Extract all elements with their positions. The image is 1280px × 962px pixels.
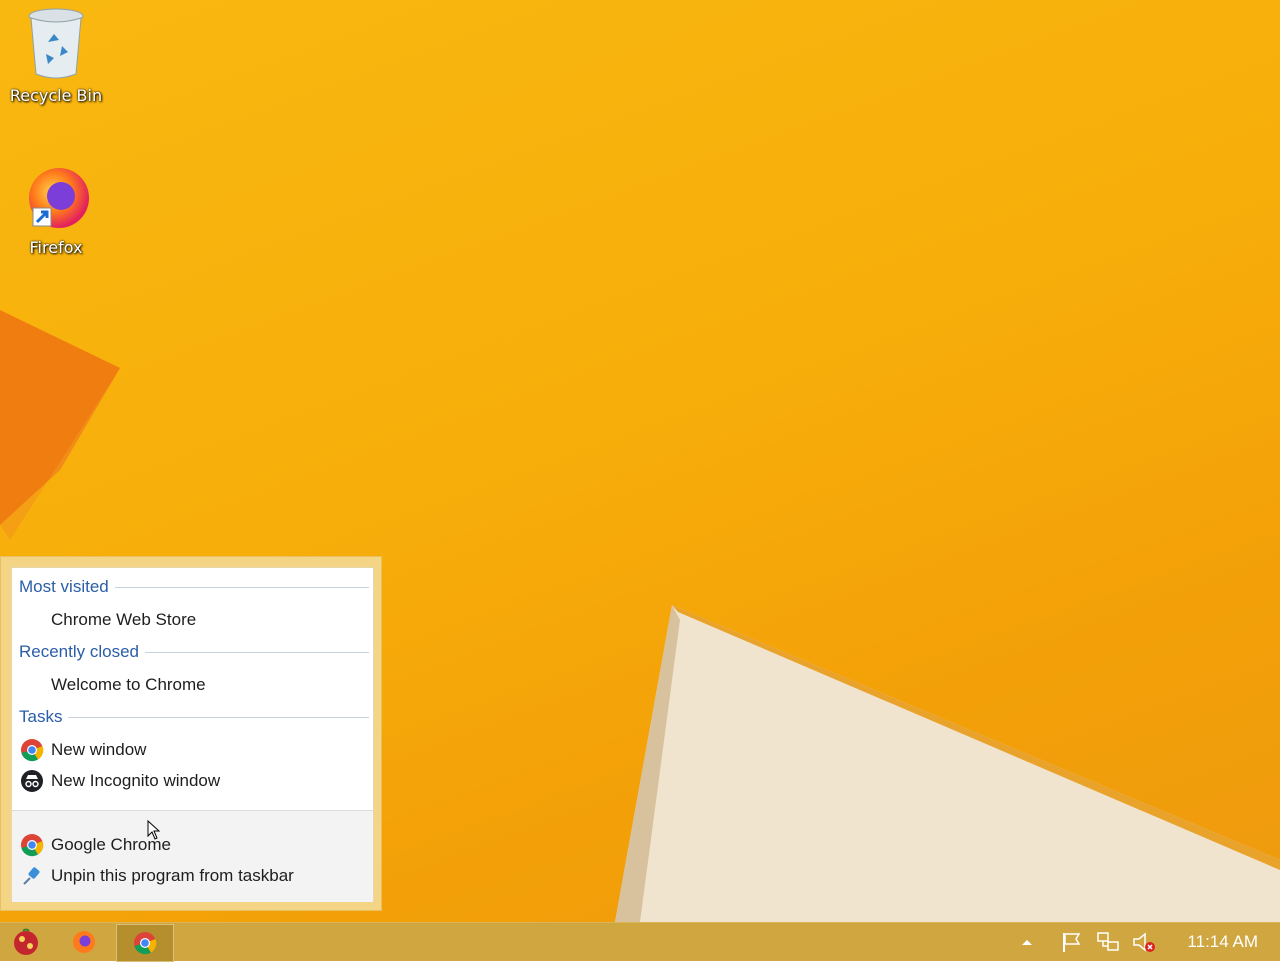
jump-item-chrome-web-store[interactable]: Chrome Web Store bbox=[20, 606, 365, 634]
taskbar-chrome[interactable] bbox=[116, 924, 174, 962]
taskbar-firefox[interactable] bbox=[62, 924, 106, 960]
recycle-bin-icon bbox=[28, 8, 84, 79]
show-hidden-icons-chevron-icon[interactable] bbox=[1020, 935, 1034, 949]
taskbar-clock[interactable]: 11:14 AM bbox=[1187, 923, 1258, 961]
recycle-bin-label: Recycle Bin bbox=[9, 86, 103, 105]
volume-muted-icon[interactable] bbox=[1132, 931, 1156, 953]
firefox-shortcut[interactable]: Firefox bbox=[6, 162, 106, 257]
start-orb-icon bbox=[14, 928, 38, 955]
jump-list-footer: Google Chrome Unpin this program from ta… bbox=[12, 810, 373, 902]
unpin-from-taskbar[interactable]: Unpin this program from taskbar bbox=[20, 862, 365, 890]
taskbar: 11:14 AM bbox=[0, 922, 1280, 962]
task-new-incognito-window[interactable]: New Incognito window bbox=[20, 767, 365, 795]
chrome-icon bbox=[20, 833, 44, 857]
firefox-icon bbox=[73, 931, 95, 953]
recycle-bin-shortcut[interactable]: Recycle Bin bbox=[6, 6, 106, 105]
divider bbox=[114, 586, 369, 588]
task-label: New window bbox=[51, 740, 147, 759]
chrome-icon bbox=[134, 932, 157, 955]
firefox-label: Firefox bbox=[29, 238, 83, 257]
firefox-icon bbox=[29, 168, 89, 228]
most-visited-header: Most visited bbox=[19, 577, 369, 597]
divider bbox=[145, 651, 369, 653]
recently-closed-header: Recently closed bbox=[19, 642, 369, 662]
chrome-jump-list: Most visited Chrome Web Store Recently c… bbox=[1, 557, 381, 910]
task-new-window[interactable]: New window bbox=[20, 736, 365, 764]
jump-item-label: Welcome to Chrome bbox=[51, 675, 206, 694]
action-center-flag-icon[interactable] bbox=[1060, 931, 1084, 953]
chrome-icon bbox=[20, 738, 44, 762]
divider bbox=[68, 716, 369, 718]
tasks-header: Tasks bbox=[19, 707, 369, 727]
pin-icon bbox=[20, 864, 44, 888]
incognito-icon bbox=[20, 769, 44, 793]
jump-item-welcome-to-chrome[interactable]: Welcome to Chrome bbox=[20, 671, 365, 699]
jump-list-panel: Most visited Chrome Web Store Recently c… bbox=[11, 567, 374, 902]
start-button[interactable] bbox=[6, 924, 46, 960]
open-google-chrome[interactable]: Google Chrome bbox=[20, 831, 365, 859]
footer-label: Unpin this program from taskbar bbox=[51, 866, 294, 885]
task-label: New Incognito window bbox=[51, 771, 221, 790]
jump-item-label: Chrome Web Store bbox=[51, 610, 197, 629]
mouse-cursor-icon bbox=[147, 820, 161, 840]
network-icon[interactable] bbox=[1096, 931, 1120, 953]
